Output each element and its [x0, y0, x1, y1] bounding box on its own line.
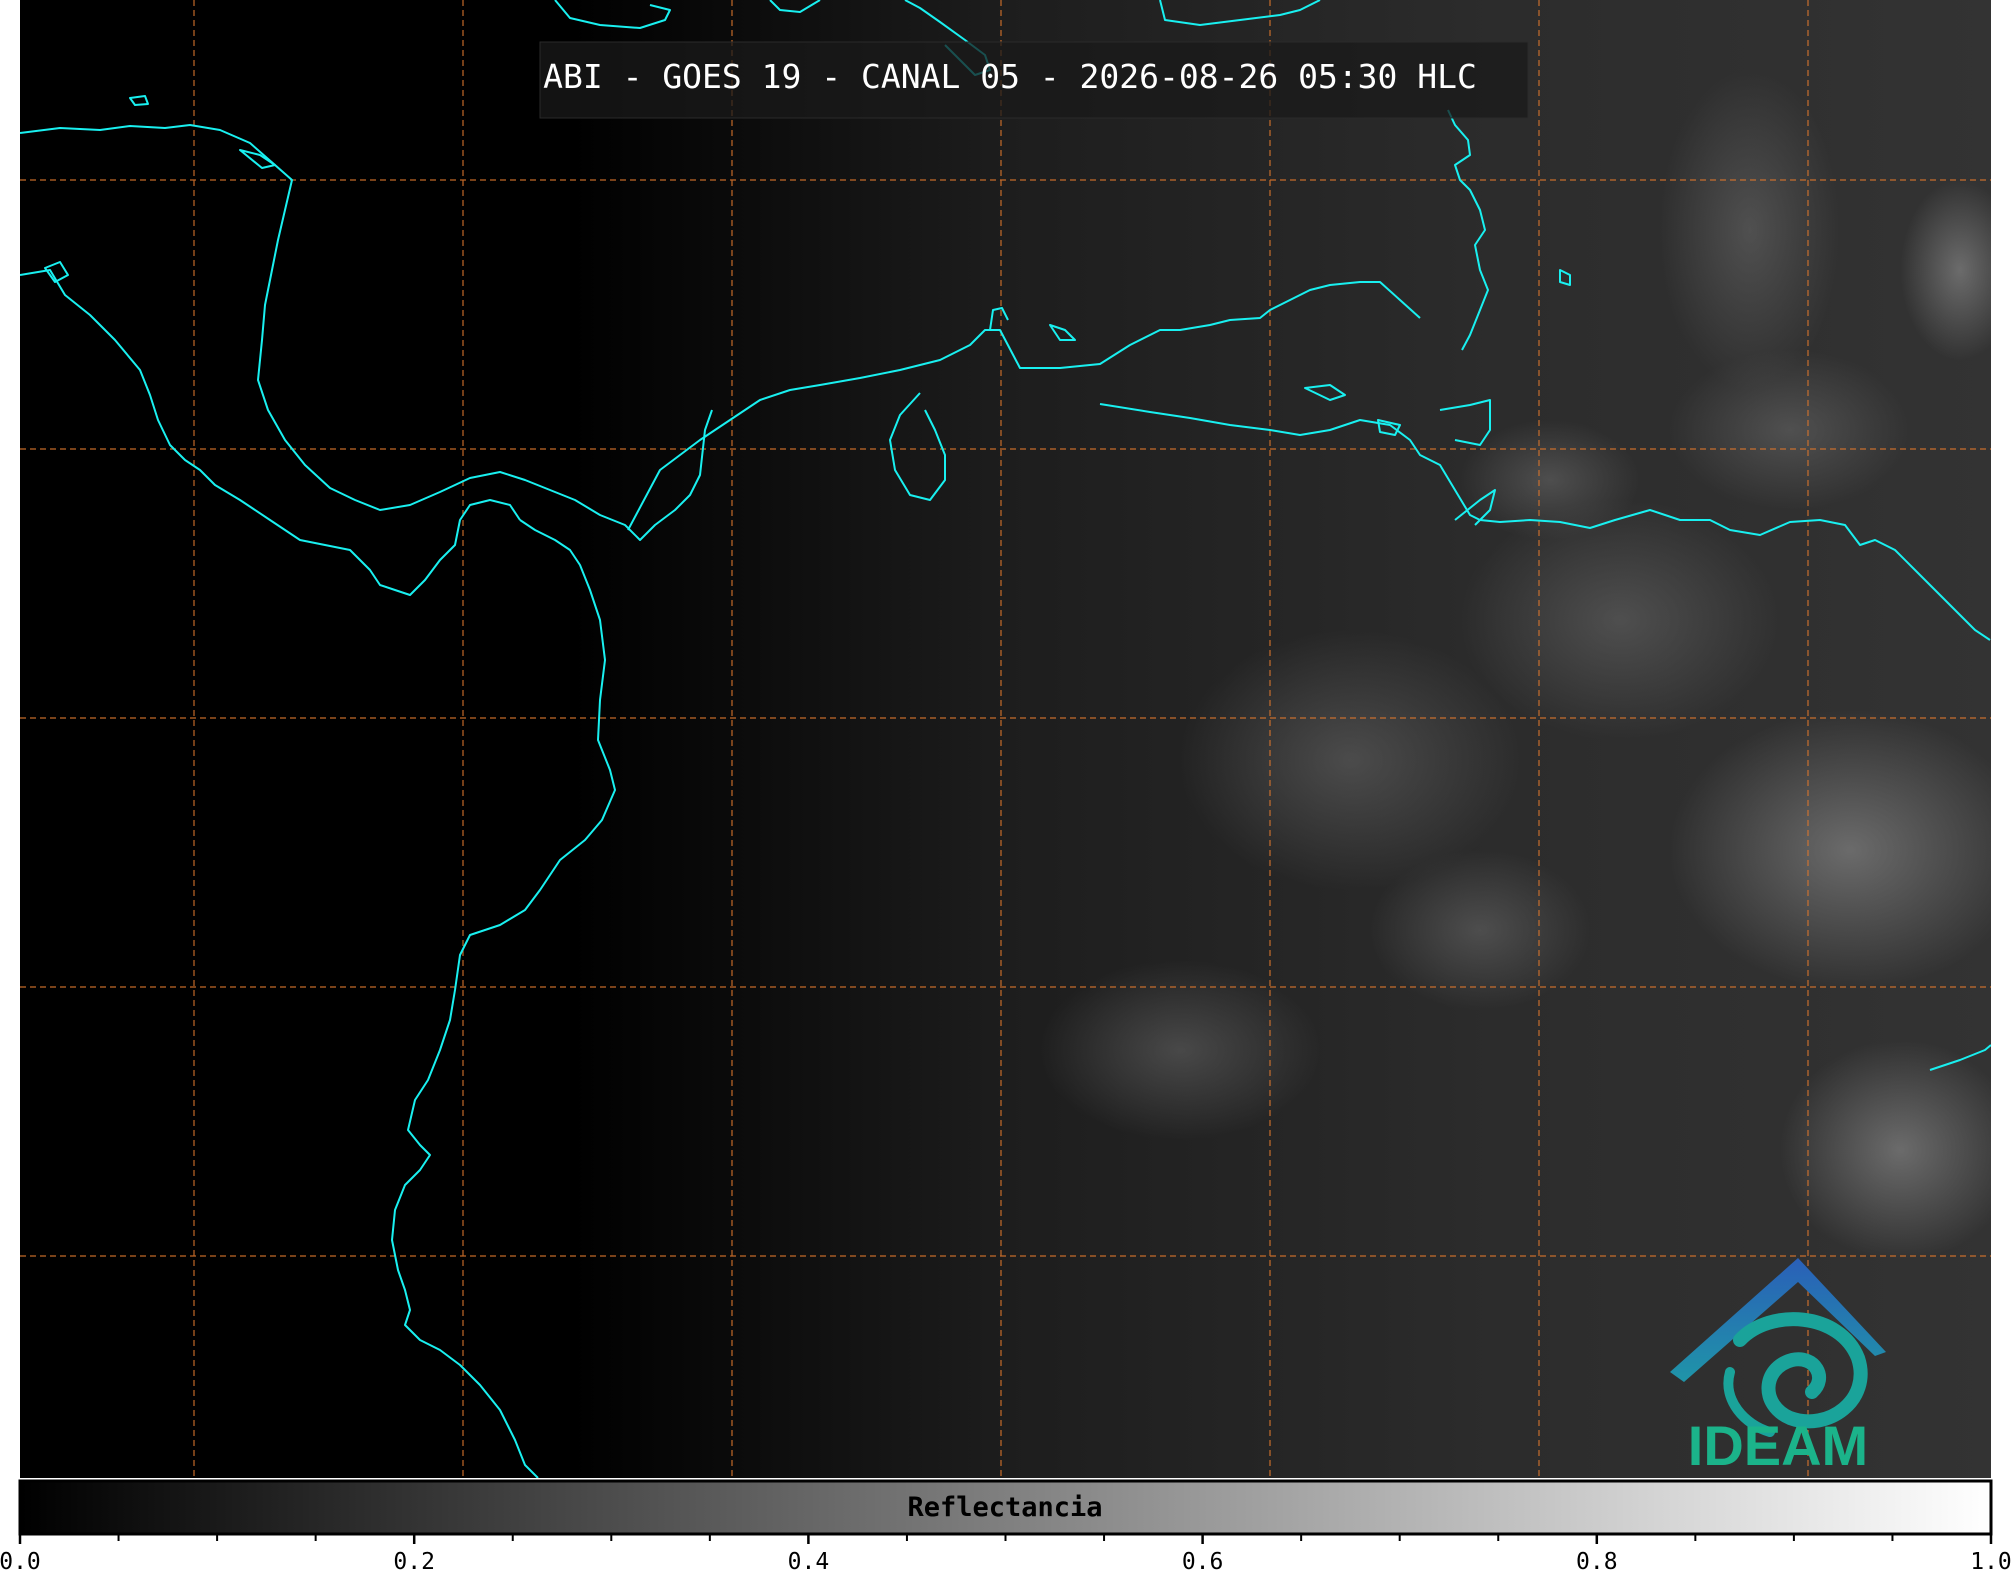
colorbar-tick-label: 0.8	[1576, 1549, 1618, 1575]
satellite-map-figure: ABI - GOES 19 - CANAL 05 - 2026-08-26 05…	[0, 0, 2011, 1577]
colorbar-tick-label: 0.4	[788, 1549, 830, 1575]
colorbar-label: Reflectancia	[907, 1492, 1102, 1523]
title-box: ABI - GOES 19 - CANAL 05 - 2026-08-26 05…	[539, 41, 1529, 119]
cloud-mass	[1780, 1040, 1991, 1260]
map-title: ABI - GOES 19 - CANAL 05 - 2026-08-26 05…	[543, 57, 1477, 96]
colorbar-ticks: 0.0 0.2 0.4 0.6 0.8 1.0	[0, 1534, 2011, 1575]
map-panel: ABI - GOES 19 - CANAL 05 - 2026-08-26 05…	[20, 0, 1991, 1478]
colorbar-tick-label: 0.6	[1182, 1549, 1224, 1575]
colorbar: Reflectancia 0.0 0.2 0.4 0.6 0.8 1.0	[0, 1479, 2011, 1575]
cloud-mass	[1460, 500, 1780, 740]
colorbar-tick-label: 0.0	[0, 1549, 41, 1575]
colorbar-tick-label: 1.0	[1970, 1549, 2011, 1575]
colorbar-tick-label: 0.2	[393, 1549, 435, 1575]
cloud-mass	[1670, 350, 1910, 510]
logo-text: IDEAM	[1688, 1414, 1868, 1477]
cloud-mass	[1370, 850, 1590, 1010]
cloud-mass	[1660, 70, 1840, 390]
figure-canvas: ABI - GOES 19 - CANAL 05 - 2026-08-26 05…	[0, 0, 2011, 1575]
